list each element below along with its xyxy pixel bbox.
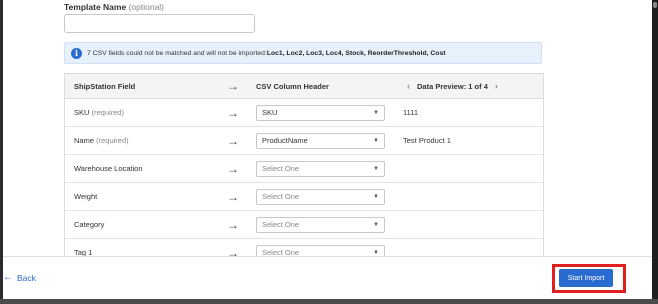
chevron-right-icon[interactable]: › bbox=[488, 81, 498, 91]
table-row: Tag 1 → Select One ▼ bbox=[65, 239, 543, 256]
caret-down-icon: ▼ bbox=[373, 165, 379, 172]
unmatched-field-list: Loc1, Loc2, Loc3, Loc4, Stock, ReorderTh… bbox=[266, 49, 446, 57]
arrow-right-icon: → bbox=[227, 161, 239, 176]
field-name: Weight bbox=[74, 192, 98, 201]
info-icon: i bbox=[71, 47, 82, 59]
back-button[interactable]: ← Back bbox=[3, 272, 36, 283]
table-row: Warehouse Location → Select One ▼ bbox=[65, 155, 543, 183]
csv-column-select[interactable]: Select One ▼ bbox=[256, 188, 385, 205]
table-row: Name (required) → ProductName ▼ Test Prod… bbox=[65, 127, 543, 155]
field-mapping-table: ShipStation Field → CSV Column Header ‹ … bbox=[64, 73, 544, 256]
notice-message: 7 CSV fields could not be matched and wi… bbox=[87, 49, 267, 57]
caret-down-icon: ▼ bbox=[373, 137, 379, 144]
field-name: Name (required) bbox=[74, 136, 129, 145]
template-name-label: Template Name (optional) bbox=[64, 2, 164, 12]
csv-column-select[interactable]: Select One ▼ bbox=[256, 244, 385, 256]
template-name-input[interactable] bbox=[64, 14, 255, 33]
preview-value: 1111 bbox=[403, 108, 419, 117]
csv-column-select[interactable]: Select One ▼ bbox=[256, 216, 385, 233]
modal-footer: ← Back Start Import bbox=[3, 256, 652, 299]
unmatched-fields-notice: i 7 CSV fields could not be matched and … bbox=[64, 42, 542, 64]
template-name-label-text: Template Name bbox=[64, 2, 127, 12]
caret-down-icon: ▼ bbox=[373, 249, 379, 256]
arrow-right-icon: → bbox=[227, 217, 239, 232]
start-import-button[interactable]: Start Import bbox=[559, 269, 613, 287]
arrow-left-icon: ← bbox=[3, 272, 13, 283]
table-header: ShipStation Field → CSV Column Header ‹ … bbox=[65, 74, 543, 99]
field-name: SKU (required) bbox=[74, 108, 125, 117]
csv-column-select[interactable]: SKU ▼ bbox=[256, 104, 385, 121]
caret-down-icon: ▼ bbox=[373, 221, 379, 228]
scrollbar[interactable] bbox=[652, 0, 658, 304]
chevron-left-icon[interactable]: ‹ bbox=[403, 81, 417, 91]
arrow-right-icon: → bbox=[227, 133, 239, 148]
arrow-right-icon: → bbox=[227, 105, 239, 120]
table-row: Weight → Select One ▼ bbox=[65, 183, 543, 211]
arrow-right-icon: → bbox=[227, 189, 239, 204]
import-mapping-panel: Template Name (optional) i 7 CSV fields … bbox=[3, 0, 652, 256]
csv-column-select[interactable]: ProductName ▼ bbox=[256, 132, 385, 149]
header-csv-column: CSV Column Header bbox=[256, 81, 329, 91]
field-name: Tag 1 bbox=[74, 248, 93, 256]
required-tag: (required) bbox=[91, 108, 125, 117]
template-name-optional: (optional) bbox=[128, 2, 165, 12]
required-tag: (required) bbox=[96, 136, 129, 145]
arrow-right-icon: → bbox=[227, 245, 239, 257]
caret-down-icon: ▼ bbox=[373, 109, 379, 116]
back-label: Back bbox=[17, 272, 36, 283]
field-name: Category bbox=[74, 220, 105, 229]
scrollbar-thumb[interactable] bbox=[653, 2, 657, 8]
caret-down-icon: ▼ bbox=[373, 193, 379, 200]
data-preview-label: Data Preview: 1 of 4 bbox=[417, 81, 488, 91]
preview-value: Test Product 1 bbox=[403, 136, 451, 145]
table-row: SKU (required) → SKU ▼ 1111 bbox=[65, 99, 543, 127]
field-name: Warehouse Location bbox=[74, 164, 143, 173]
arrow-right-icon: → bbox=[227, 79, 239, 93]
table-row: Category → Select One ▼ bbox=[65, 211, 543, 239]
csv-column-select[interactable]: Select One ▼ bbox=[256, 160, 385, 177]
window-frame-bottom bbox=[0, 299, 658, 304]
data-preview-nav: ‹ Data Preview: 1 of 4 › bbox=[400, 81, 543, 91]
header-shipstation-field: ShipStation Field bbox=[74, 81, 136, 91]
